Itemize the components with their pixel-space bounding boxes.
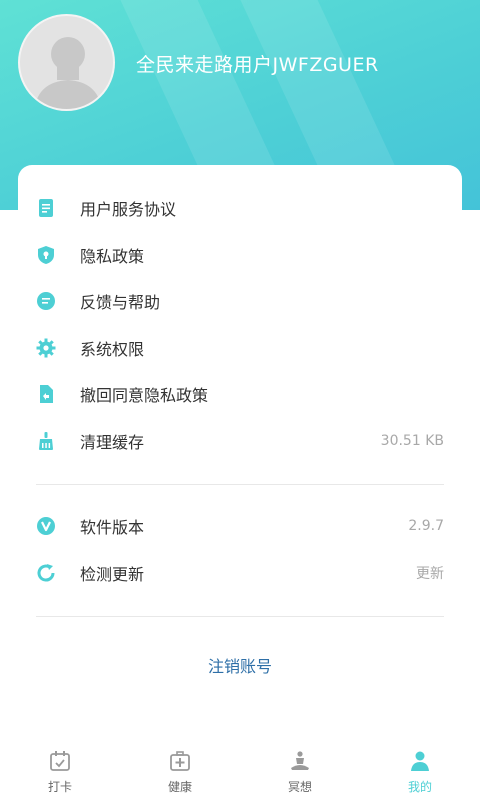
menu-item-user-agreement[interactable]: 用户服务协议 (18, 185, 462, 231)
menu-item-software-version[interactable]: 软件版本 2.9.7 (18, 503, 462, 549)
bottom-tab-bar: 打卡 健康 冥想 我的 (0, 740, 480, 800)
menu-item-label: 反馈与帮助 (80, 293, 161, 312)
menu-item-label: 检测更新 (80, 565, 145, 584)
menu-item-privacy-policy[interactable]: 隐私政策 (18, 232, 462, 278)
menu-item-label: 软件版本 (80, 518, 145, 537)
tab-label: 打卡 (47, 780, 72, 794)
person-icon (411, 751, 429, 771)
username: 全民来走路用户JWFZGUER (136, 54, 379, 76)
menu-item-label: 撤回同意隐私政策 (80, 386, 209, 405)
divider (36, 484, 444, 485)
undo-file-icon (35, 383, 57, 405)
tab-label: 健康 (167, 780, 192, 794)
default-avatar-icon (34, 37, 102, 109)
tab-health[interactable]: 健康 (120, 740, 240, 800)
shield-lock-icon (35, 244, 57, 266)
version-number: 2.9.7 (408, 518, 444, 534)
feedback-icon (35, 290, 57, 312)
gear-icon (35, 337, 57, 359)
update-link[interactable]: 更新 (416, 563, 444, 583)
document-icon (35, 197, 57, 219)
tab-checkin[interactable]: 打卡 (0, 740, 120, 800)
calendar-check-icon (50, 751, 70, 771)
tab-label: 冥想 (287, 780, 312, 794)
menu-item-label: 系统权限 (80, 340, 145, 359)
menu-item-check-update[interactable]: 检测更新 更新 (18, 550, 462, 596)
broom-icon (35, 430, 57, 452)
tab-meditation[interactable]: 冥想 (240, 740, 360, 800)
menu-item-label: 隐私政策 (80, 247, 145, 266)
tab-label: 我的 (407, 780, 432, 794)
meditation-icon (291, 751, 309, 770)
refresh-icon (35, 562, 57, 584)
cache-size: 30.51 KB (380, 433, 444, 449)
menu-item-label: 用户服务协议 (80, 200, 177, 219)
version-icon (35, 515, 57, 537)
logout-button[interactable]: 注销账号 (18, 653, 462, 677)
settings-card: 用户服务协议 隐私政策 反馈与帮助 系统权限 撤回同意隐私政策 清理缓存 30.… (18, 165, 462, 725)
medical-kit-icon (170, 751, 190, 771)
menu-item-feedback-help[interactable]: 反馈与帮助 (18, 278, 462, 324)
avatar[interactable] (18, 14, 115, 111)
tab-mine[interactable]: 我的 (360, 740, 480, 800)
menu-item-label: 清理缓存 (80, 433, 145, 452)
menu-item-clear-cache[interactable]: 清理缓存 30.51 KB (18, 418, 462, 464)
menu-item-revoke-privacy[interactable]: 撤回同意隐私政策 (18, 371, 462, 417)
divider (36, 616, 444, 617)
menu-item-system-permissions[interactable]: 系统权限 (18, 325, 462, 371)
